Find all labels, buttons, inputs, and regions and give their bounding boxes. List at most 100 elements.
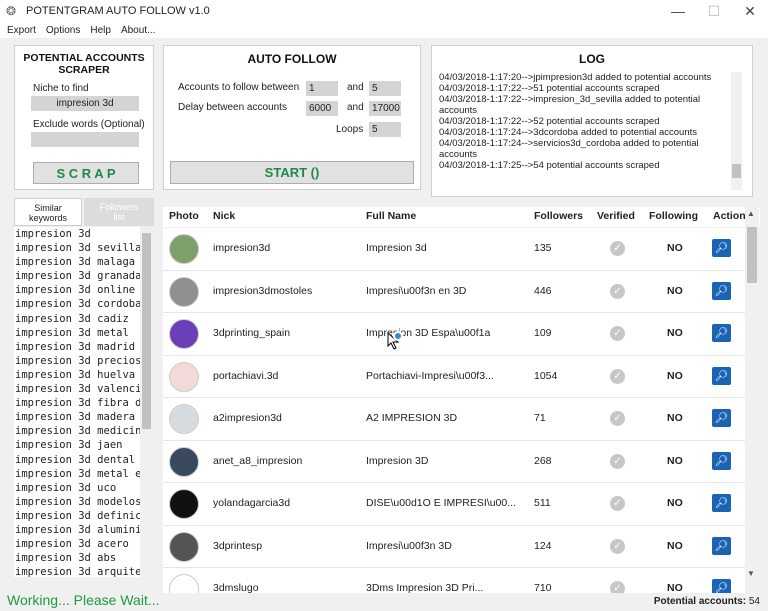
keyword-item[interactable]: impresion 3d acero xyxy=(14,537,140,551)
table-row[interactable]: impresion3d Impresion 3d 135 ✓ NO 🔎︎ xyxy=(163,228,745,271)
delay-min-input[interactable]: 6000 xyxy=(306,101,338,116)
keyword-item[interactable]: impresion 3d fibra de ca xyxy=(14,396,140,410)
search-action-button[interactable]: 🔎︎ xyxy=(712,494,731,512)
search-action-button[interactable]: 🔎︎ xyxy=(712,579,731,593)
table-row[interactable]: portachiavi.3d Portachiavi-Impresi\u00f3.… xyxy=(163,355,745,398)
col-following[interactable]: Following xyxy=(649,210,698,222)
row-nick: 3dprinting_spain xyxy=(213,327,291,339)
log-line: 04/03/2018-1:17:22-->51 potential accoun… xyxy=(439,83,660,94)
search-action-button[interactable]: 🔎︎ xyxy=(712,366,731,385)
table-row[interactable]: 3dmslugo 3Dms Impresion 3D Pri... 710 ✓ NO 🔎︎ xyxy=(163,568,745,593)
keywords-scroll-thumb[interactable] xyxy=(142,233,151,429)
keyword-item[interactable]: impresion 3d huelva xyxy=(14,368,140,382)
search-action-button[interactable]: 🔎︎ xyxy=(712,324,731,342)
keyword-item[interactable]: impresion 3d sevilla xyxy=(14,241,140,255)
search-action-button[interactable]: 🔎︎ xyxy=(712,451,731,470)
table-header: Photo Nick Full Name Followers Verified … xyxy=(163,207,760,227)
menu-about[interactable]: About... xyxy=(121,25,155,36)
keyword-item[interactable]: impresion 3d metal esp xyxy=(14,467,140,481)
accounts-min-input[interactable]: 1 xyxy=(306,81,338,96)
table-row[interactable]: yolandagarcia3d DISE\u00d1O E IMPRESI\u00… xyxy=(163,483,745,526)
exclude-input[interactable] xyxy=(31,132,139,147)
row-nick: 3dprintesp xyxy=(213,539,263,552)
table-row[interactable]: 3dprintesp Impresi\u00f3n 3D 124 ✓ NO 🔎︎ xyxy=(163,525,745,568)
table-row[interactable]: anet_a8_impresion Impresion 3D 268 ✓ NO 🔎︎ xyxy=(163,440,745,483)
avatar xyxy=(169,361,199,392)
tab-followers-list[interactable]: Followers list xyxy=(84,198,154,226)
keyword-item[interactable]: impresion 3d valencia xyxy=(14,382,140,396)
keyword-item[interactable]: impresion 3d madrid xyxy=(14,340,140,354)
keyword-item[interactable]: impresion 3d precios xyxy=(14,354,140,368)
keyword-item[interactable]: impresion 3d dental xyxy=(14,453,140,467)
minimize-icon[interactable]: — xyxy=(660,0,696,22)
search-action-button[interactable]: 🔎︎ xyxy=(712,409,731,427)
col-nick[interactable]: Nick xyxy=(213,210,235,222)
verified-check-icon: ✓ xyxy=(610,496,625,511)
row-followers: 511 xyxy=(534,497,551,509)
menu-export[interactable]: Export xyxy=(7,25,36,36)
log-line: 04/03/2018-1:17:20-->jpimpresion3d added… xyxy=(439,72,712,83)
menu-help[interactable]: Help xyxy=(90,25,111,36)
tab-similar-keywords[interactable]: Similar keywords xyxy=(14,198,82,226)
maximize-icon[interactable]: ☐ xyxy=(696,0,732,22)
row-following: NO xyxy=(667,539,683,552)
niche-input[interactable]: impresion 3d xyxy=(31,96,139,111)
keyword-item[interactable]: impresion 3d jaen xyxy=(14,438,140,452)
keyword-item[interactable]: impresion 3d definicion xyxy=(14,509,140,523)
keyword-item[interactable]: impresion 3d medicina xyxy=(14,424,140,438)
row-nick: impresion3dmostoles xyxy=(213,284,313,297)
table-row[interactable]: impresion3dmostoles Impresi\u00f3n en 3D 4… xyxy=(163,270,745,313)
keywords-scrollbar[interactable] xyxy=(140,227,153,577)
log-panel: LOG 04/03/2018-1:17:20-->jpimpresion3d a… xyxy=(431,45,753,197)
table-row[interactable]: 3dprinting_spain Impresion 3D Espa\u00f1a… xyxy=(163,313,745,356)
table-scroll-thumb[interactable] xyxy=(747,227,757,283)
loops-input[interactable]: 5 xyxy=(369,122,401,137)
log-scrollbar[interactable] xyxy=(731,72,742,190)
col-verified[interactable]: Verified xyxy=(597,210,635,222)
keyword-item[interactable]: impresion 3d uco xyxy=(14,481,140,495)
search-icon: 🔎︎ xyxy=(714,327,729,339)
keyword-item[interactable]: impresion 3d aluminio xyxy=(14,523,140,537)
row-full-name: 3Dms Impresion 3D Pri... xyxy=(366,582,484,593)
col-photo[interactable]: Photo xyxy=(169,210,199,222)
row-followers: 710 xyxy=(534,582,552,593)
scroll-up-icon[interactable]: ▲ xyxy=(747,209,755,218)
keywords-hscrollbar[interactable] xyxy=(14,577,140,589)
window-title: POTENTGRAM AUTO FOLLOW v1.0 xyxy=(26,5,210,17)
keyword-item[interactable]: impresion 3d arquitectu xyxy=(14,565,140,577)
keyword-item[interactable]: impresion 3d modelos xyxy=(14,495,140,509)
search-action-button[interactable]: 🔎︎ xyxy=(712,536,731,555)
search-action-button[interactable]: 🔎︎ xyxy=(712,281,731,300)
row-nick: 3dmslugo xyxy=(213,582,259,593)
keyword-item[interactable]: impresion 3d cordoba xyxy=(14,297,140,311)
keyword-item[interactable]: impresion 3d online xyxy=(14,283,140,297)
table-row[interactable]: a2impresion3d A2 IMPRESION 3D 71 ✓ NO 🔎︎ xyxy=(163,398,745,441)
start-button[interactable]: START () xyxy=(170,161,414,184)
verified-check-icon: ✓ xyxy=(610,581,625,593)
keyword-item[interactable]: impresion 3d cadiz xyxy=(14,312,140,326)
log-scroll-thumb[interactable] xyxy=(732,164,741,178)
keyword-item[interactable]: impresion 3d granada xyxy=(14,269,140,283)
table-scrollbar[interactable]: ▲ ▼ xyxy=(745,207,759,583)
accounts-max-input[interactable]: 5 xyxy=(369,81,401,96)
keyword-item[interactable]: impresion 3d madera xyxy=(14,410,140,424)
keyword-item[interactable]: impresion 3d malaga xyxy=(14,255,140,269)
verified-check-icon: ✓ xyxy=(610,538,625,554)
row-followers: 109 xyxy=(534,327,552,339)
keyword-item[interactable]: impresion 3d abs xyxy=(14,551,140,565)
row-full-name: Portachiavi-Impresi\u00f3... xyxy=(366,369,494,382)
keyword-item[interactable]: impresion 3d xyxy=(14,227,140,241)
log-line: 04/03/2018-1:17:24-->servicios3d_cordoba… xyxy=(439,138,699,149)
row-following: NO xyxy=(667,497,683,509)
menu-options[interactable]: Options xyxy=(46,25,80,36)
row-following: NO xyxy=(667,412,683,424)
delay-max-input[interactable]: 17000 xyxy=(369,101,401,116)
scrap-button[interactable]: S C R A P xyxy=(33,162,139,184)
col-followers[interactable]: Followers xyxy=(534,210,583,222)
scroll-down-icon[interactable]: ▼ xyxy=(747,569,755,578)
keyword-item[interactable]: impresion 3d metal xyxy=(14,326,140,340)
row-full-name: DISE\u00d1O E IMPRESI\u00... xyxy=(366,497,516,509)
search-action-button[interactable]: 🔎︎ xyxy=(712,239,731,257)
col-full-name[interactable]: Full Name xyxy=(366,210,416,222)
close-icon[interactable]: ✕ xyxy=(732,0,768,22)
